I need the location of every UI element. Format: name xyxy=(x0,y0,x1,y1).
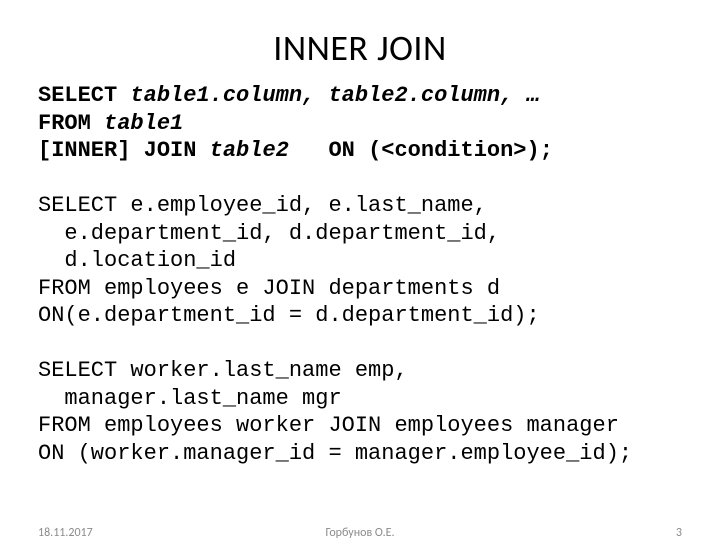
slide-title: INNER JOIN xyxy=(38,26,682,70)
ex1-l4: FROM employees e JOIN departments d xyxy=(38,276,500,301)
footer-author: Горбунов О.Е. xyxy=(325,526,394,540)
slide: INNER JOIN SELECT table1.column, table2.… xyxy=(0,0,720,540)
ex2-l3: FROM employees worker JOIN employees man… xyxy=(38,413,619,438)
ex1-l1: SELECT e.employee_id, e.last_name, xyxy=(38,193,487,218)
syntax-select-cols: table1.column, table2.column, … xyxy=(130,83,539,108)
ex2-l2: manager.last_name mgr xyxy=(38,386,342,411)
kw-join: [INNER] JOIN xyxy=(38,138,210,163)
syntax-from-table: table1 xyxy=(104,111,183,136)
kw-select: SELECT xyxy=(38,83,130,108)
syntax-join-table: table2 xyxy=(210,138,289,163)
footer-date: 18.11.2017 xyxy=(38,526,93,540)
ex1-l2: e.department_id, d.department_id, xyxy=(38,221,500,246)
footer-page-number: 3 xyxy=(676,526,682,540)
ex1-l5: ON(e.department_id = d.department_id); xyxy=(38,303,540,328)
ex2-l4: ON (worker.manager_id = manager.employee… xyxy=(38,441,632,466)
syntax-on-clause: ON (<condition>); xyxy=(289,138,553,163)
code-block: SELECT table1.column, table2.column, … F… xyxy=(38,82,682,467)
kw-from: FROM xyxy=(38,111,104,136)
ex1-l3: d.location_id xyxy=(38,248,236,273)
ex2-l1: SELECT worker.last_name emp, xyxy=(38,358,408,383)
